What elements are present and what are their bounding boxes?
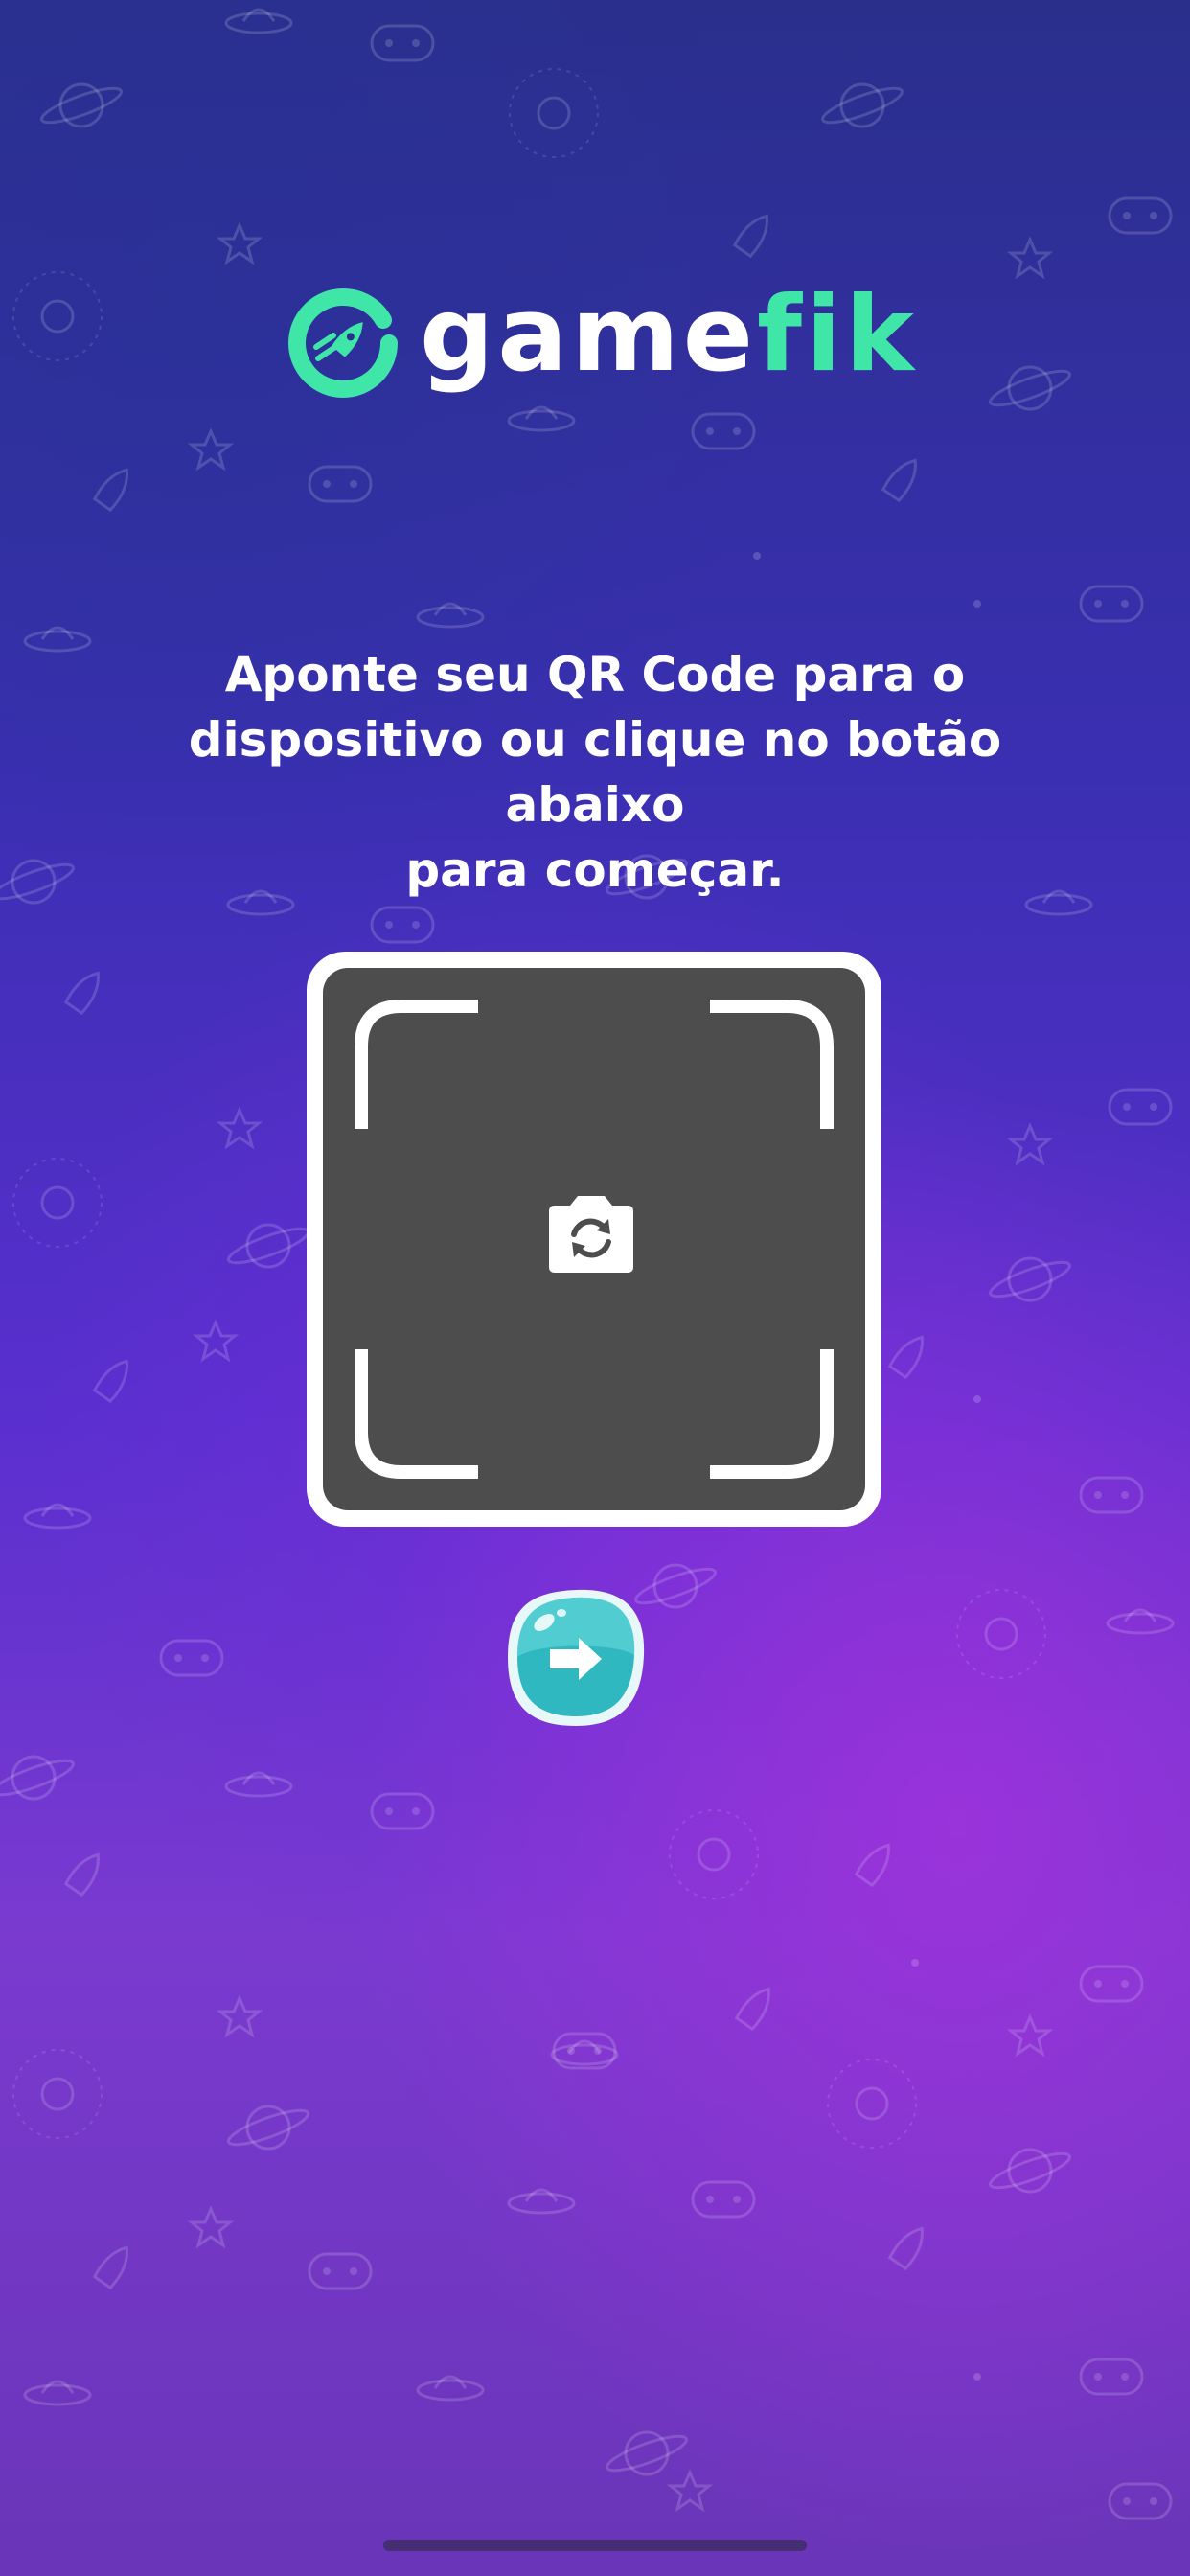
camera-switch-icon[interactable]	[541, 1190, 641, 1278]
home-indicator[interactable]	[383, 2540, 807, 2551]
instruction-text: Aponte seu QR Code para o dispositivo ou…	[96, 642, 1094, 903]
brand-name-game: game	[420, 275, 757, 395]
next-button[interactable]	[504, 1586, 648, 1730]
camera-viewfinder[interactable]	[323, 968, 865, 1510]
gamefik-logo: gamefik	[287, 284, 914, 401]
rocket-logo-icon	[288, 288, 398, 398]
instruction-line-1: Aponte seu QR Code para o	[224, 647, 966, 702]
qr-scanner[interactable]	[307, 952, 881, 1527]
brand-name-fik: fik	[756, 275, 918, 395]
instruction-line-2: dispositivo ou clique no botão abaixo	[188, 712, 1002, 833]
instruction-line-3: para começar.	[405, 842, 785, 898]
brand-name: gamefik	[420, 284, 918, 387]
